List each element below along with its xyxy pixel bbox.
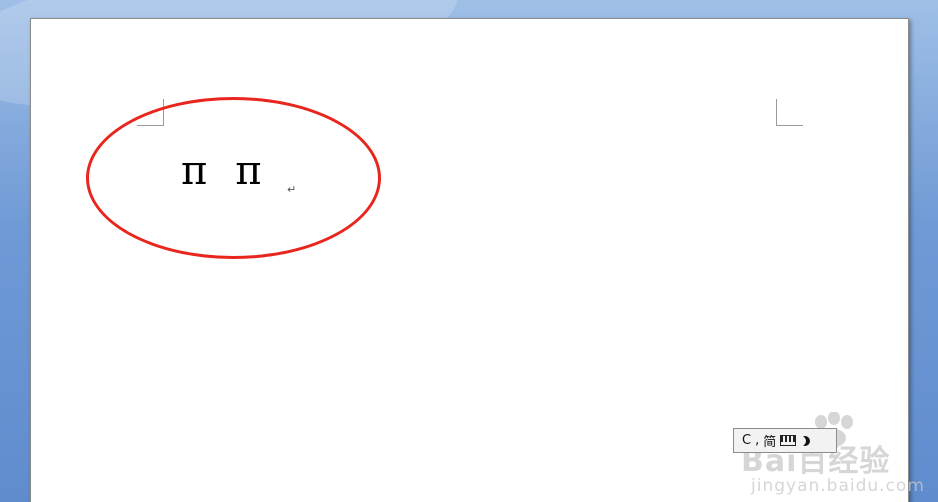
ime-script-toggle[interactable]: 简 bbox=[763, 431, 776, 450]
ime-mode-toggle[interactable]: C bbox=[742, 433, 751, 448]
red-ellipse-annotation bbox=[86, 97, 381, 259]
keyboard-icon[interactable] bbox=[780, 435, 797, 446]
moon-icon[interactable] bbox=[800, 436, 810, 446]
ime-status-bar[interactable]: C , 简 bbox=[733, 428, 837, 453]
watermark-url: jingyan.baidu.com bbox=[751, 476, 925, 496]
margin-corner-top-right bbox=[776, 99, 803, 126]
document-page[interactable]: ππ ↵ Bai百经验 jingyan.baidu.com C , 简 bbox=[30, 18, 924, 502]
ime-punctuation-toggle[interactable]: , bbox=[755, 433, 759, 448]
